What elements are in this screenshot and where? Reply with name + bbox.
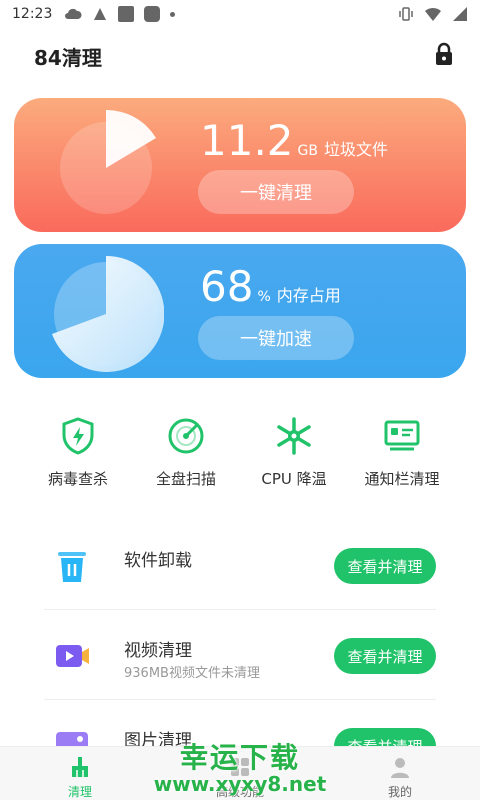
- memory-label: 内存占用: [276, 286, 341, 305]
- grid-icon: [231, 758, 249, 776]
- snowflake-icon: [277, 417, 311, 455]
- nav-tab-advanced[interactable]: 高级功能: [200, 755, 280, 800]
- shield-bolt-icon: [62, 417, 94, 455]
- junk-label: 垃圾文件: [323, 140, 388, 159]
- tool-notification-clean[interactable]: 通知栏清理: [342, 416, 462, 489]
- square-notification-icon: [118, 6, 135, 22]
- tool-full-scan[interactable]: 全盘扫描: [126, 416, 246, 489]
- video-camera-icon: [56, 645, 89, 667]
- memory-card: 68 % 内存占用 一键加速: [14, 244, 466, 378]
- tool-label-notification: 通知栏清理: [364, 470, 440, 488]
- trash-bin-icon: [58, 552, 86, 582]
- memory-value: 68: [200, 262, 254, 311]
- list-subtitle-video: 936MB视频文件未清理: [124, 666, 260, 681]
- junk-value: 11.2: [200, 116, 294, 165]
- radar-icon: [168, 418, 204, 454]
- vibrate-icon: [399, 7, 413, 21]
- nav-label-advanced: 高级功能: [215, 785, 264, 799]
- broom-icon: [72, 757, 88, 777]
- nav-tab-mine[interactable]: 我的: [360, 755, 440, 800]
- nav-label-clean: 清理: [67, 785, 92, 799]
- memory-unit: %: [257, 289, 271, 305]
- nav-label-mine: 我的: [387, 785, 412, 799]
- app-notification-icon: [94, 8, 107, 20]
- junk-unit: GB: [297, 143, 318, 159]
- cloud-icon: [65, 8, 82, 19]
- view-clean-button-video[interactable]: 查看并清理: [334, 638, 436, 674]
- tools-row: 病毒查杀 全盘扫描 CPU 降温 通知栏清理: [0, 416, 480, 496]
- bottom-nav: 清理 高级功能 我的: [0, 746, 480, 800]
- tool-label-virus: 病毒查杀: [47, 470, 108, 488]
- notification-card-icon: [384, 420, 420, 451]
- memory-pie-icon: [52, 256, 164, 372]
- app-title: 84清理: [34, 46, 102, 70]
- nav-tab-clean[interactable]: 清理: [40, 755, 120, 800]
- view-clean-button-uninstall[interactable]: 查看并清理: [334, 548, 436, 584]
- more-notifications-icon: [170, 11, 176, 17]
- junk-stat: 11.2 GB 垃圾文件: [200, 116, 388, 165]
- status-bar: 12:23: [0, 0, 480, 28]
- tool-cpu-cool[interactable]: CPU 降温: [234, 416, 354, 489]
- list-item-video[interactable]: 视频清理 936MB视频文件未清理 查看并清理: [44, 610, 436, 700]
- junk-pie-icon: [60, 110, 156, 214]
- wifi-icon: [425, 7, 441, 21]
- lock-icon[interactable]: [434, 42, 454, 66]
- square-notification-icon-2: [144, 6, 161, 22]
- one-click-clean-button[interactable]: 一键清理: [198, 170, 354, 214]
- tool-label-cpu: CPU 降温: [261, 470, 327, 488]
- memory-stat: 68 % 内存占用: [200, 262, 341, 311]
- person-icon: [391, 758, 409, 778]
- app-header: 84清理: [0, 36, 480, 76]
- signal-icon: [453, 7, 467, 21]
- junk-card: 11.2 GB 垃圾文件 一键清理: [14, 98, 466, 232]
- tool-label-scan: 全盘扫描: [155, 470, 216, 488]
- list-item-uninstall[interactable]: 软件卸载 查看并清理: [44, 520, 436, 610]
- status-time: 12:23: [12, 6, 53, 22]
- list-title-video: 视频清理: [124, 641, 192, 661]
- tool-virus-scan[interactable]: 病毒查杀: [18, 416, 138, 489]
- list-title-uninstall: 软件卸载: [124, 551, 192, 571]
- one-click-boost-button[interactable]: 一键加速: [198, 316, 354, 360]
